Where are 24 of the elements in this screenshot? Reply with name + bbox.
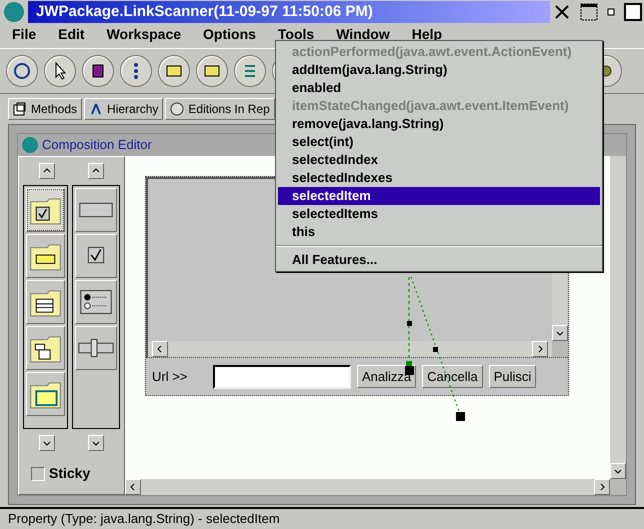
menu-item[interactable]: selectedItems bbox=[278, 205, 600, 223]
menu-item[interactable]: selectedIndex bbox=[278, 151, 600, 169]
menu-item[interactable]: selectedIndexes bbox=[278, 169, 600, 187]
menu-item[interactable]: Options bbox=[203, 24, 256, 44]
url-label: Url >> bbox=[152, 368, 188, 386]
tab[interactable]: Methods bbox=[8, 98, 82, 120]
status-text: Property (Type: java.lang.String) - selectedItem bbox=[8, 510, 280, 528]
menu-item[interactable]: All Features... bbox=[278, 251, 600, 269]
window-title: JWPackage.LinkScanner(11-09-97 11:50:06 PM) bbox=[36, 2, 373, 22]
menu-item[interactable]: selectedItem bbox=[278, 187, 600, 205]
tab[interactable]: Hierarchy bbox=[84, 98, 164, 120]
editor-title: Composition Editor bbox=[42, 136, 152, 154]
menu-item[interactable]: this bbox=[278, 223, 600, 241]
menu-item[interactable]: File bbox=[12, 24, 36, 44]
menu-item[interactable]: select(int) bbox=[278, 133, 600, 151]
menu-item[interactable]: Edit bbox=[58, 24, 85, 44]
menu-item[interactable]: enabled bbox=[278, 79, 600, 97]
menu-item[interactable]: addItem(java.lang.String) bbox=[278, 61, 600, 79]
applet-button[interactable]: Pulisci bbox=[488, 365, 536, 388]
tab[interactable]: Editions In Rep bbox=[165, 98, 275, 120]
menu-item[interactable]: remove(java.lang.String) bbox=[278, 115, 600, 133]
applet-button[interactable]: Cancella bbox=[422, 365, 483, 388]
checkbox-label: Sticky bbox=[49, 464, 90, 483]
menu-item[interactable]: Workspace bbox=[106, 24, 182, 44]
